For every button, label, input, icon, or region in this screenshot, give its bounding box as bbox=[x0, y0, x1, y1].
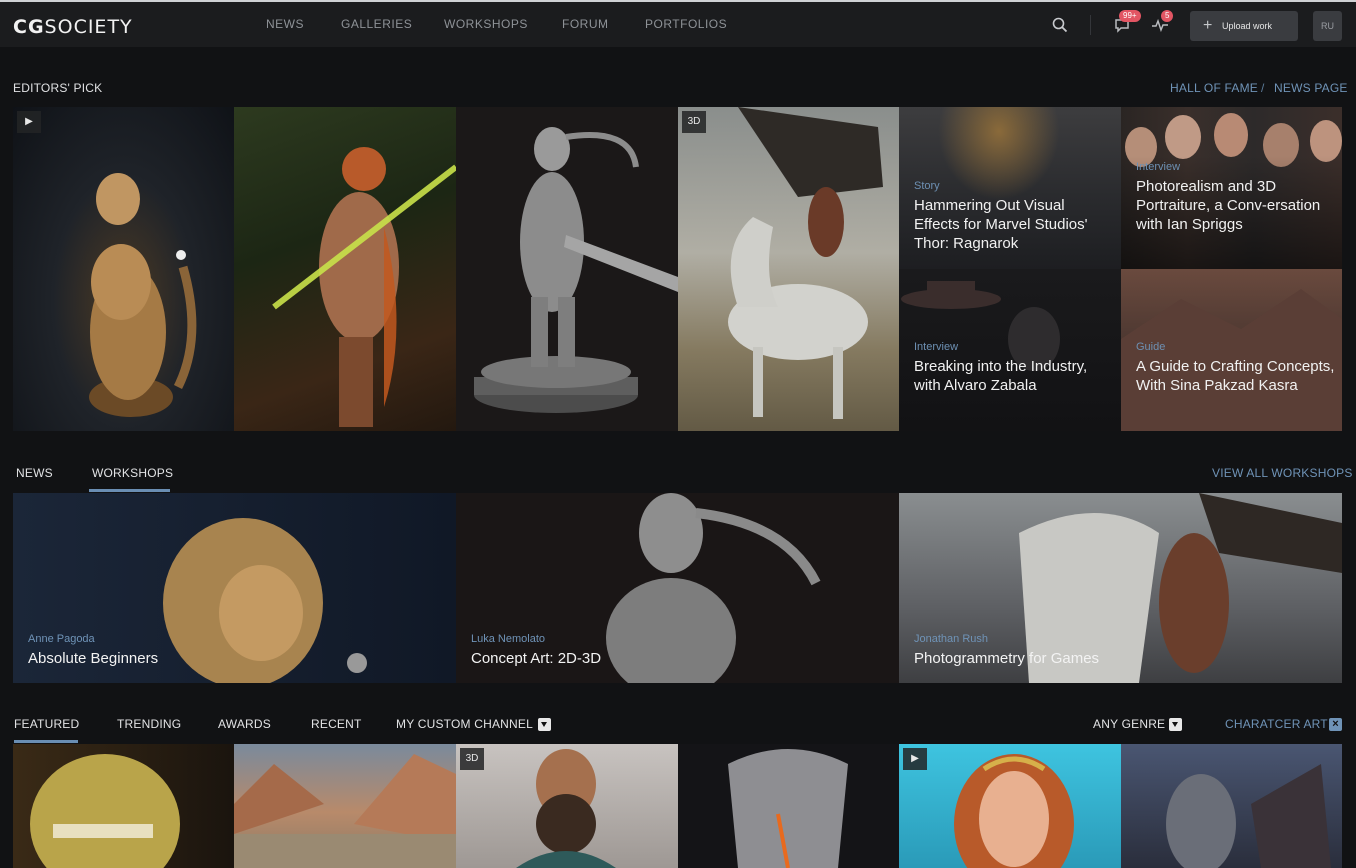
horse-rider-artwork bbox=[728, 107, 883, 419]
3d-chip: 3D bbox=[460, 748, 484, 770]
custom-channel-dropdown-icon[interactable] bbox=[538, 718, 551, 731]
nav-portfolios[interactable]: PORTFOLIOS bbox=[645, 17, 727, 31]
workshop-author[interactable]: Anne Pagoda bbox=[28, 633, 95, 645]
search-icon[interactable] bbox=[1052, 17, 1068, 33]
creature-artwork bbox=[30, 754, 180, 868]
article-tile-portraiture[interactable]: Interview Photorealism and 3D Portraitur… bbox=[1121, 107, 1342, 269]
cheetah-artwork bbox=[89, 173, 197, 417]
knight-horse-artwork bbox=[1166, 764, 1331, 868]
robot-mask-artwork bbox=[728, 749, 848, 868]
editors-pick-tile-sculpt[interactable] bbox=[456, 107, 678, 431]
video-chip: ▶ bbox=[903, 748, 927, 770]
cgsociety-logo[interactable]: CGSOCIETY bbox=[13, 16, 133, 38]
link-separator: / bbox=[1261, 81, 1265, 95]
workshop-title[interactable]: Concept Art: 2D-3D bbox=[471, 650, 601, 667]
article-title[interactable]: Breaking into the Industry, with Alvaro … bbox=[914, 357, 1109, 395]
article-tile-thor[interactable]: Story Hammering Out Visual Effects for M… bbox=[899, 107, 1121, 269]
article-title[interactable]: Photorealism and 3D Portraiture, a Conv-… bbox=[1136, 177, 1336, 234]
feed-thumb-canyon[interactable] bbox=[234, 744, 456, 868]
workshop-author[interactable]: Luka Nemolato bbox=[471, 633, 545, 645]
woman-portrait-artwork bbox=[954, 754, 1074, 868]
nav-galleries[interactable]: GALLERIES bbox=[341, 17, 412, 31]
workshop-title[interactable]: Absolute Beginners bbox=[28, 650, 158, 667]
remove-filter-icon[interactable]: × bbox=[1329, 718, 1342, 731]
genre-filter-tag: CHARATCER ART bbox=[1225, 717, 1328, 731]
feed-thumb-knight[interactable] bbox=[1121, 744, 1342, 868]
nav-workshops[interactable]: WORKSHOPS bbox=[444, 17, 528, 31]
tab-my-custom-channel[interactable]: MY CUSTOM CHANNEL bbox=[396, 717, 533, 731]
warrior-artwork bbox=[272, 147, 456, 427]
tab-active-underline bbox=[89, 489, 170, 492]
tab-featured[interactable]: FEATURED bbox=[14, 717, 79, 731]
workshop-card-absolute-beginners[interactable]: Anne Pagoda Absolute Beginners bbox=[13, 493, 456, 683]
workshop-card-photogrammetry[interactable]: Jonathan Rush Photogrammetry for Games bbox=[899, 493, 1342, 683]
editors-pick-tile-horse[interactable]: 3D bbox=[678, 107, 899, 431]
user-avatar[interactable]: RU bbox=[1313, 11, 1342, 41]
genre-select[interactable]: ANY GENRE bbox=[1093, 717, 1165, 731]
hall-of-fame-link[interactable]: HALL OF FAME bbox=[1170, 81, 1258, 95]
editors-pick-tile-cheetah[interactable]: ▶ bbox=[13, 107, 234, 431]
dwarf-artwork bbox=[516, 749, 616, 868]
article-tile-guide[interactable]: Guide A Guide to Crafting Concepts, With… bbox=[1121, 269, 1342, 431]
feed-thumb-dwarf[interactable]: 3D bbox=[456, 744, 678, 868]
canyon-artwork bbox=[234, 754, 456, 868]
article-tile-zabala[interactable]: Interview Breaking into the Industry, wi… bbox=[899, 269, 1121, 431]
video-chip: ▶ bbox=[17, 111, 41, 133]
workshop-card-concept-art[interactable]: Luka Nemolato Concept Art: 2D-3D bbox=[456, 493, 899, 683]
view-all-workshops-link[interactable]: VIEW ALL WORKSHOPS bbox=[1212, 466, 1353, 480]
feed-thumb-robot[interactable] bbox=[678, 744, 899, 868]
upload-work-label: Upload work bbox=[1222, 21, 1273, 31]
tab-recent[interactable]: RECENT bbox=[311, 717, 362, 731]
article-category: Story bbox=[914, 180, 940, 192]
tab-workshops[interactable]: WORKSHOPS bbox=[92, 466, 173, 480]
feed-thumb-creature[interactable] bbox=[13, 744, 234, 868]
article-title[interactable]: Hammering Out Visual Effects for Marvel … bbox=[914, 196, 1109, 253]
plus-icon: + bbox=[1203, 17, 1213, 34]
article-category: Interview bbox=[914, 341, 959, 353]
feed-active-underline bbox=[14, 740, 78, 743]
editors-pick-tile-warrior[interactable] bbox=[234, 107, 456, 431]
nav-news[interactable]: NEWS bbox=[266, 17, 304, 31]
header-divider bbox=[1090, 15, 1091, 35]
tab-awards[interactable]: AWARDS bbox=[218, 717, 271, 731]
3d-chip: 3D bbox=[682, 111, 706, 133]
article-category: Interview bbox=[1136, 161, 1181, 173]
feed-thumb-portrait[interactable]: ▶ bbox=[899, 744, 1121, 868]
messages-badge: 99+ bbox=[1119, 10, 1141, 22]
news-page-link[interactable]: NEWS PAGE bbox=[1274, 81, 1348, 95]
workshop-title[interactable]: Photogrammetry for Games bbox=[914, 650, 1099, 667]
sculpt-artwork bbox=[474, 127, 678, 413]
workshop-author[interactable]: Jonathan Rush bbox=[914, 633, 988, 645]
editors-pick-heading: EDITORS' PICK bbox=[13, 81, 103, 95]
nav-forum[interactable]: FORUM bbox=[562, 17, 609, 31]
tab-news[interactable]: NEWS bbox=[16, 466, 53, 480]
tab-trending[interactable]: TRENDING bbox=[117, 717, 181, 731]
article-category: Guide bbox=[1136, 341, 1166, 353]
genre-dropdown-icon[interactable] bbox=[1169, 718, 1182, 731]
upload-work-button[interactable]: + Upload work bbox=[1190, 11, 1298, 41]
top-navigation-bar: CGSOCIETY NEWS GALLERIES WORKSHOPS FORUM… bbox=[0, 0, 1356, 47]
activity-badge: 5 bbox=[1161, 10, 1174, 22]
article-title[interactable]: A Guide to Crafting Concepts, With Sina … bbox=[1136, 357, 1336, 395]
